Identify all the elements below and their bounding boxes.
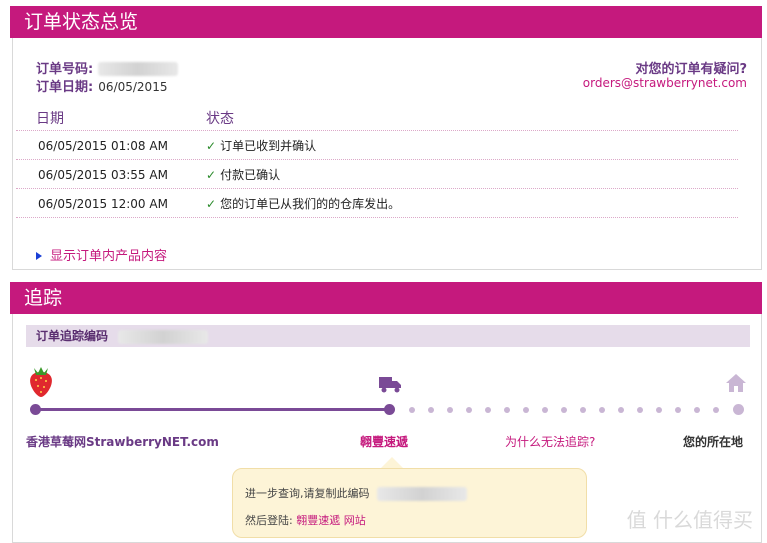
checkmark-icon: ✓ — [206, 197, 217, 211]
tracking-number-label: 订单追踪编码 — [36, 329, 109, 343]
row-1-status: ✓ 订单已收到并确认 — [206, 139, 317, 153]
checkmark-icon: ✓ — [206, 168, 217, 182]
tracking-pending-dot — [485, 407, 491, 413]
tracking-pending-dot — [713, 407, 719, 413]
row-3-date: 06/05/2015 12:00 AM — [38, 197, 168, 211]
why-no-tracking-link[interactable]: 为什么无法追踪? — [505, 433, 595, 450]
stage-destination-label: 您的所在地 — [683, 435, 744, 449]
order-date-value: 06/05/2015 — [98, 80, 168, 94]
tracking-pending-dot — [523, 407, 529, 413]
tracking-pending-dot — [637, 407, 643, 413]
order-number-label: 订单号码: — [36, 62, 94, 77]
tracking-pending-dot — [428, 407, 434, 413]
show-products-link[interactable]: 显示订单内产品内容 — [36, 245, 167, 264]
tracking-pending-dot — [618, 407, 624, 413]
tooltip-line-2: 然后登陆: 翱豐速遞 网站 — [245, 514, 366, 527]
tracking-pending-dot — [694, 407, 700, 413]
tooltip-line-1: 进一步查询,请复制此编码 — [245, 485, 467, 501]
tracking-pending-dot — [466, 407, 472, 413]
tracking-number-redacted — [118, 329, 209, 344]
triangle-right-icon — [36, 251, 42, 260]
tracking-pending-dot — [580, 407, 586, 413]
order-number-row: 订单号码: — [36, 58, 179, 77]
tracking-progress-line — [35, 408, 390, 411]
tracking-pending-dot — [409, 407, 415, 413]
tracking-pending-dot — [504, 407, 510, 413]
truck-icon — [379, 377, 401, 393]
stage-carrier-link[interactable]: 翱豐速遞 — [360, 433, 408, 450]
tracking-node-carrier — [384, 404, 395, 415]
tooltip-carrier-site-link[interactable]: 翱豐速遞 网站 — [296, 514, 366, 527]
order-date-label: 订单日期: — [36, 80, 94, 95]
question-email-link[interactable]: orders@strawberrynet.com — [583, 76, 747, 90]
tracking-node-destination — [733, 404, 744, 415]
stage-origin-label: 香港草莓网StrawberryNET.com — [26, 435, 219, 449]
column-header-date: 日期 — [36, 111, 64, 127]
tracking-number-bar: 订单追踪编码 — [26, 325, 750, 347]
home-icon — [726, 374, 746, 392]
tracking-title: 追踪 — [24, 287, 63, 309]
table-divider — [16, 130, 738, 131]
table-divider — [16, 188, 738, 189]
tracking-tooltip: 进一步查询,请复制此编码 然后登陆: 翱豐速遞 网站 — [232, 468, 587, 538]
tracking-pending-dot — [561, 407, 567, 413]
checkmark-icon: ✓ — [206, 139, 217, 153]
row-2-status: ✓ 付款已确认 — [206, 168, 281, 182]
row-2-date: 06/05/2015 03:55 AM — [38, 168, 168, 182]
row-1-date: 06/05/2015 01:08 AM — [38, 139, 168, 153]
tracking-pending-dot — [599, 407, 605, 413]
tracking-header: 追踪 — [10, 282, 762, 314]
row-3-status: ✓ 您的订单已从我们的的仓库发出。 — [206, 197, 401, 211]
table-divider — [16, 217, 738, 218]
question-title: 对您的订单有疑问? — [635, 62, 747, 77]
tooltip-tracking-redacted — [377, 487, 467, 501]
tracking-pending-dot — [656, 407, 662, 413]
tracking-pending-dot — [675, 407, 681, 413]
tracking-pending-dot — [447, 407, 453, 413]
order-status-title: 订单状态总览 — [24, 11, 139, 33]
strawberry-icon — [30, 367, 52, 397]
watermark: 值 什么值得买 — [626, 508, 753, 532]
table-divider — [16, 159, 738, 160]
order-number-redacted — [98, 61, 179, 76]
order-status-header: 订单状态总览 — [10, 6, 762, 38]
tracking-pending-dot — [542, 407, 548, 413]
order-date-row: 订单日期: 06/05/2015 — [36, 76, 167, 95]
column-header-status: 状态 — [206, 111, 234, 127]
tracking-node-origin — [30, 404, 41, 415]
